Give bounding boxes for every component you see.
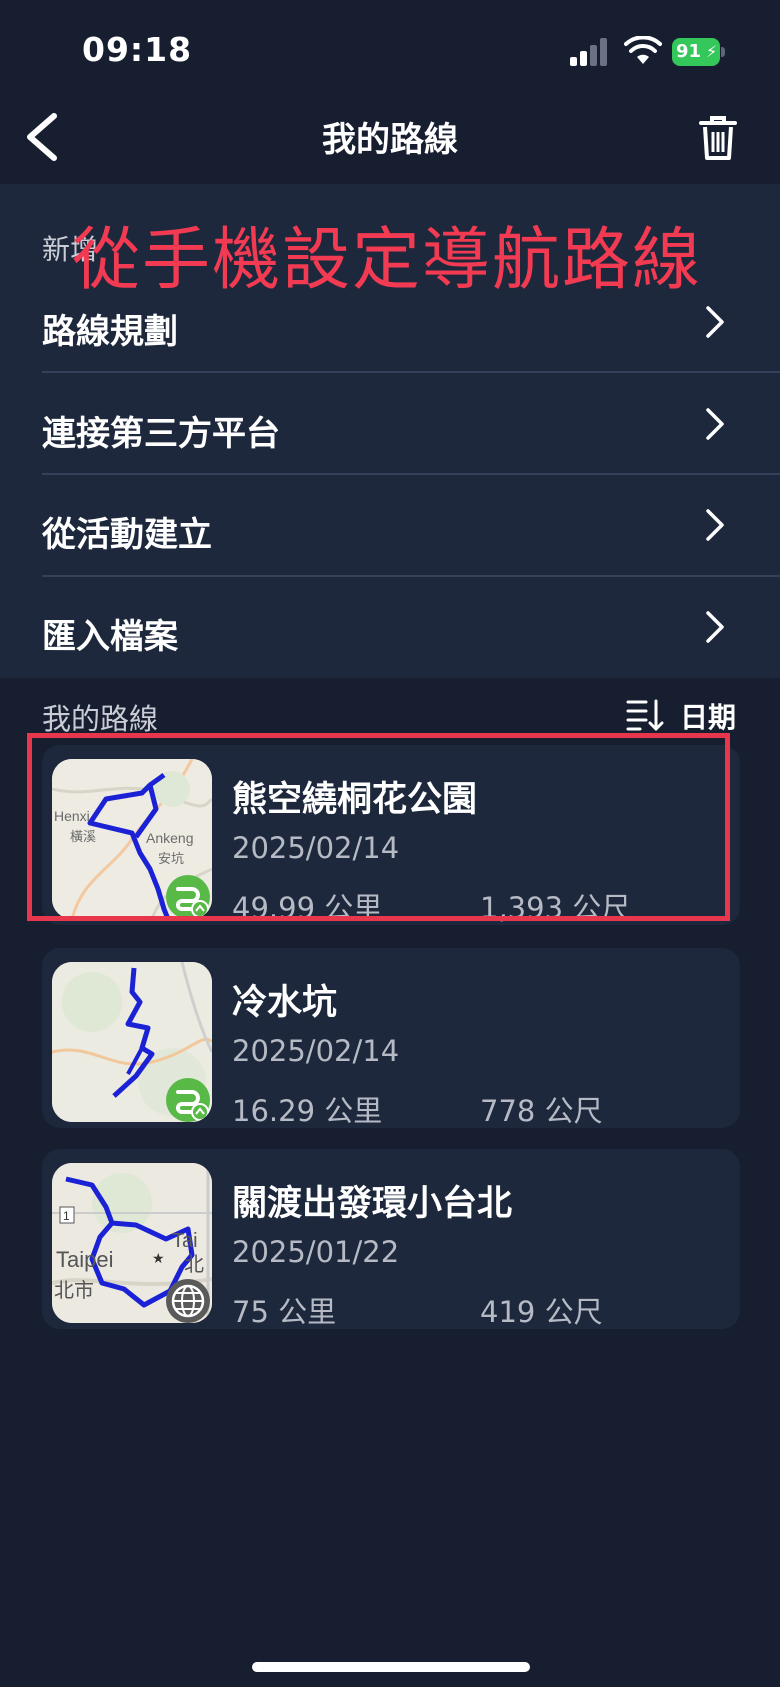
- home-indicator[interactable]: [252, 1662, 530, 1672]
- route-name: 冷水坑: [232, 983, 338, 1023]
- menu-item-from-activity[interactable]: 從活動建立: [42, 475, 780, 575]
- route-card[interactable]: 1 Taipei 北市 Tai 北 ★ 關渡出發環小台北 2025/01/22 …: [42, 1149, 740, 1329]
- route-distance: 16.29 公里: [232, 1094, 383, 1128]
- route-map-thumbnail: 1 Taipei 北市 Tai 北 ★: [52, 1163, 212, 1323]
- route-elevation: 419 公尺: [480, 1295, 603, 1329]
- menu-item-label: 匯入檔案: [42, 617, 178, 657]
- route-distance: 49.99 公里: [232, 891, 383, 925]
- wifi-icon: [624, 36, 662, 64]
- battery-indicator: 91 ⚡: [672, 38, 725, 66]
- route-card[interactable]: Henxi 橫溪 Ankeng 安坑 熊空繞桐花公園 2025/02/14 49…: [42, 745, 740, 925]
- menu-item-import-file[interactable]: 匯入檔案: [42, 577, 780, 677]
- route-map-thumbnail: [52, 962, 212, 1122]
- charging-bolt-icon: ⚡: [706, 42, 718, 61]
- menu-item-label: 路線規劃: [42, 312, 178, 352]
- delete-button[interactable]: [698, 114, 738, 162]
- menu-divider: [42, 371, 780, 373]
- add-section: 新增 從手機設定導航路線 路線規劃 連接第三方平台 從活動建立 匯入檔案: [0, 184, 780, 678]
- route-date: 2025/02/14: [232, 1034, 400, 1068]
- menu-item-label: 從活動建立: [42, 515, 212, 555]
- route-map-thumbnail: Henxi 橫溪 Ankeng 安坑: [52, 759, 212, 919]
- chevron-right-icon: [706, 509, 724, 541]
- trash-icon: [699, 116, 737, 160]
- sort-by-date-button[interactable]: 日期: [626, 694, 746, 734]
- svg-text:★: ★: [152, 1251, 165, 1267]
- map-label: 北市: [54, 1278, 94, 1302]
- chevron-right-icon: [706, 611, 724, 643]
- page-title: 我的路線: [322, 120, 458, 160]
- map-label: Taipei: [56, 1247, 113, 1272]
- route-elevation: 1,393 公尺: [480, 891, 631, 925]
- route-card[interactable]: 冷水坑 2025/02/14 16.29 公里 778 公尺: [42, 948, 740, 1128]
- map-label: 安坑: [158, 852, 184, 867]
- globe-icon: [166, 1279, 210, 1323]
- app-icon: [166, 875, 210, 919]
- cellular-signal-icon: [570, 38, 607, 66]
- map-label: 橫溪: [70, 830, 96, 845]
- chevron-right-icon: [706, 408, 724, 440]
- map-label: 北: [184, 1252, 204, 1276]
- route-elevation: 778 公尺: [480, 1094, 603, 1128]
- status-time: 09:18: [82, 30, 193, 69]
- map-label: 1: [63, 1209, 70, 1223]
- battery-cap: [721, 47, 725, 57]
- routes-section-header: 我的路線: [42, 702, 159, 736]
- map-label: Tai: [172, 1230, 198, 1252]
- route-date: 2025/01/22: [232, 1235, 400, 1269]
- menu-item-label: 連接第三方平台: [42, 414, 280, 454]
- sort-label: 日期: [680, 701, 737, 734]
- route-distance: 75 公里: [232, 1295, 337, 1329]
- route-name: 關渡出發環小台北: [232, 1184, 513, 1224]
- status-bar: 09:18 91 ⚡: [0, 0, 780, 96]
- app-icon: [166, 1078, 210, 1122]
- menu-item-route-planning[interactable]: 路線規劃: [42, 272, 780, 372]
- route-name: 熊空繞桐花公園: [232, 780, 478, 820]
- route-date: 2025/02/14: [232, 831, 400, 865]
- map-label: Henxi: [54, 808, 90, 824]
- sort-icon: [626, 699, 664, 731]
- menu-item-third-party[interactable]: 連接第三方平台: [42, 374, 780, 474]
- map-label: Ankeng: [146, 830, 193, 846]
- chevron-right-icon: [706, 306, 724, 338]
